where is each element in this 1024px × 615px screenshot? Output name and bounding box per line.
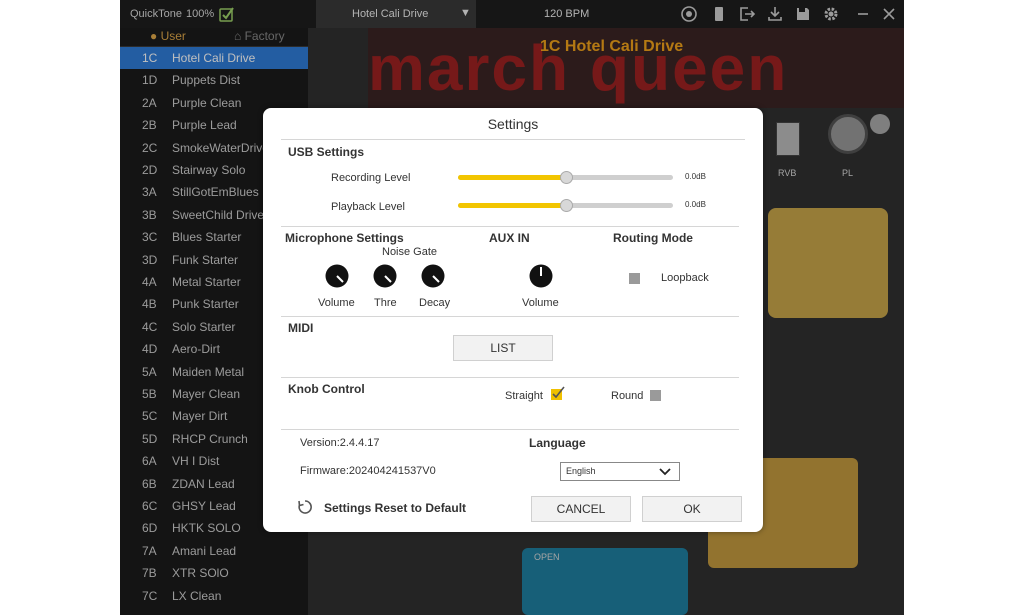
version-text: Version:2.4.4.17 [300, 437, 380, 449]
divider [281, 377, 739, 378]
divider [281, 316, 739, 317]
round-label: Round [611, 390, 644, 402]
playback-level-thumb[interactable] [559, 199, 573, 212]
loopback-label: Loopback [661, 272, 709, 284]
settings-dialog: Settings USB Settings Recording Level 0.… [263, 108, 763, 532]
recording-level-fill [458, 175, 566, 180]
recording-level-thumb[interactable] [559, 171, 573, 184]
mic-volume-label: Volume [318, 297, 355, 309]
knob-control-heading: Knob Control [288, 382, 365, 396]
midi-heading: MIDI [288, 321, 314, 335]
mic-volume-knob[interactable] [325, 264, 349, 288]
loopback-checkbox[interactable] [629, 273, 640, 284]
firmware-text: Firmware:202404241537V0 [300, 465, 436, 477]
recording-level-slider[interactable] [458, 171, 673, 184]
microphone-settings-heading: Microphone Settings [285, 231, 404, 245]
noise-gate-label: Noise Gate [382, 246, 438, 258]
straight-checkbox[interactable] [550, 386, 566, 402]
routing-mode-heading: Routing Mode [613, 231, 693, 245]
cancel-button[interactable]: CANCEL [531, 496, 631, 522]
noise-gate-threshold-knob[interactable] [373, 264, 397, 288]
playback-level-label: Playback Level [331, 201, 405, 213]
divider [281, 139, 745, 140]
recording-level-value: 0.0dB [685, 172, 706, 181]
threshold-label: Thre [374, 297, 397, 309]
straight-label: Straight [505, 390, 543, 402]
settings-reset-button[interactable]: Settings Reset to Default [324, 501, 466, 515]
dialog-title: Settings [487, 116, 539, 132]
language-select-value: English [566, 466, 596, 476]
playback-level-slider[interactable] [458, 199, 673, 212]
playback-level-value: 0.0dB [685, 200, 706, 209]
divider [281, 226, 739, 227]
divider [281, 429, 739, 430]
chevron-down-icon [659, 468, 671, 476]
language-select[interactable]: English [560, 462, 680, 481]
reset-icon[interactable] [297, 499, 313, 515]
playback-level-fill [458, 203, 566, 208]
noise-gate-decay-knob[interactable] [421, 264, 445, 288]
usb-settings-heading: USB Settings [288, 145, 365, 159]
midi-list-button[interactable]: LIST [453, 335, 553, 361]
aux-in-heading: AUX IN [489, 231, 530, 245]
round-checkbox[interactable] [650, 390, 661, 401]
aux-volume-label: Volume [522, 297, 559, 309]
ok-button[interactable]: OK [642, 496, 742, 522]
decay-label: Decay [419, 297, 451, 309]
aux-volume-knob[interactable] [529, 264, 553, 288]
recording-level-label: Recording Level [331, 172, 411, 184]
language-heading: Language [529, 436, 586, 450]
